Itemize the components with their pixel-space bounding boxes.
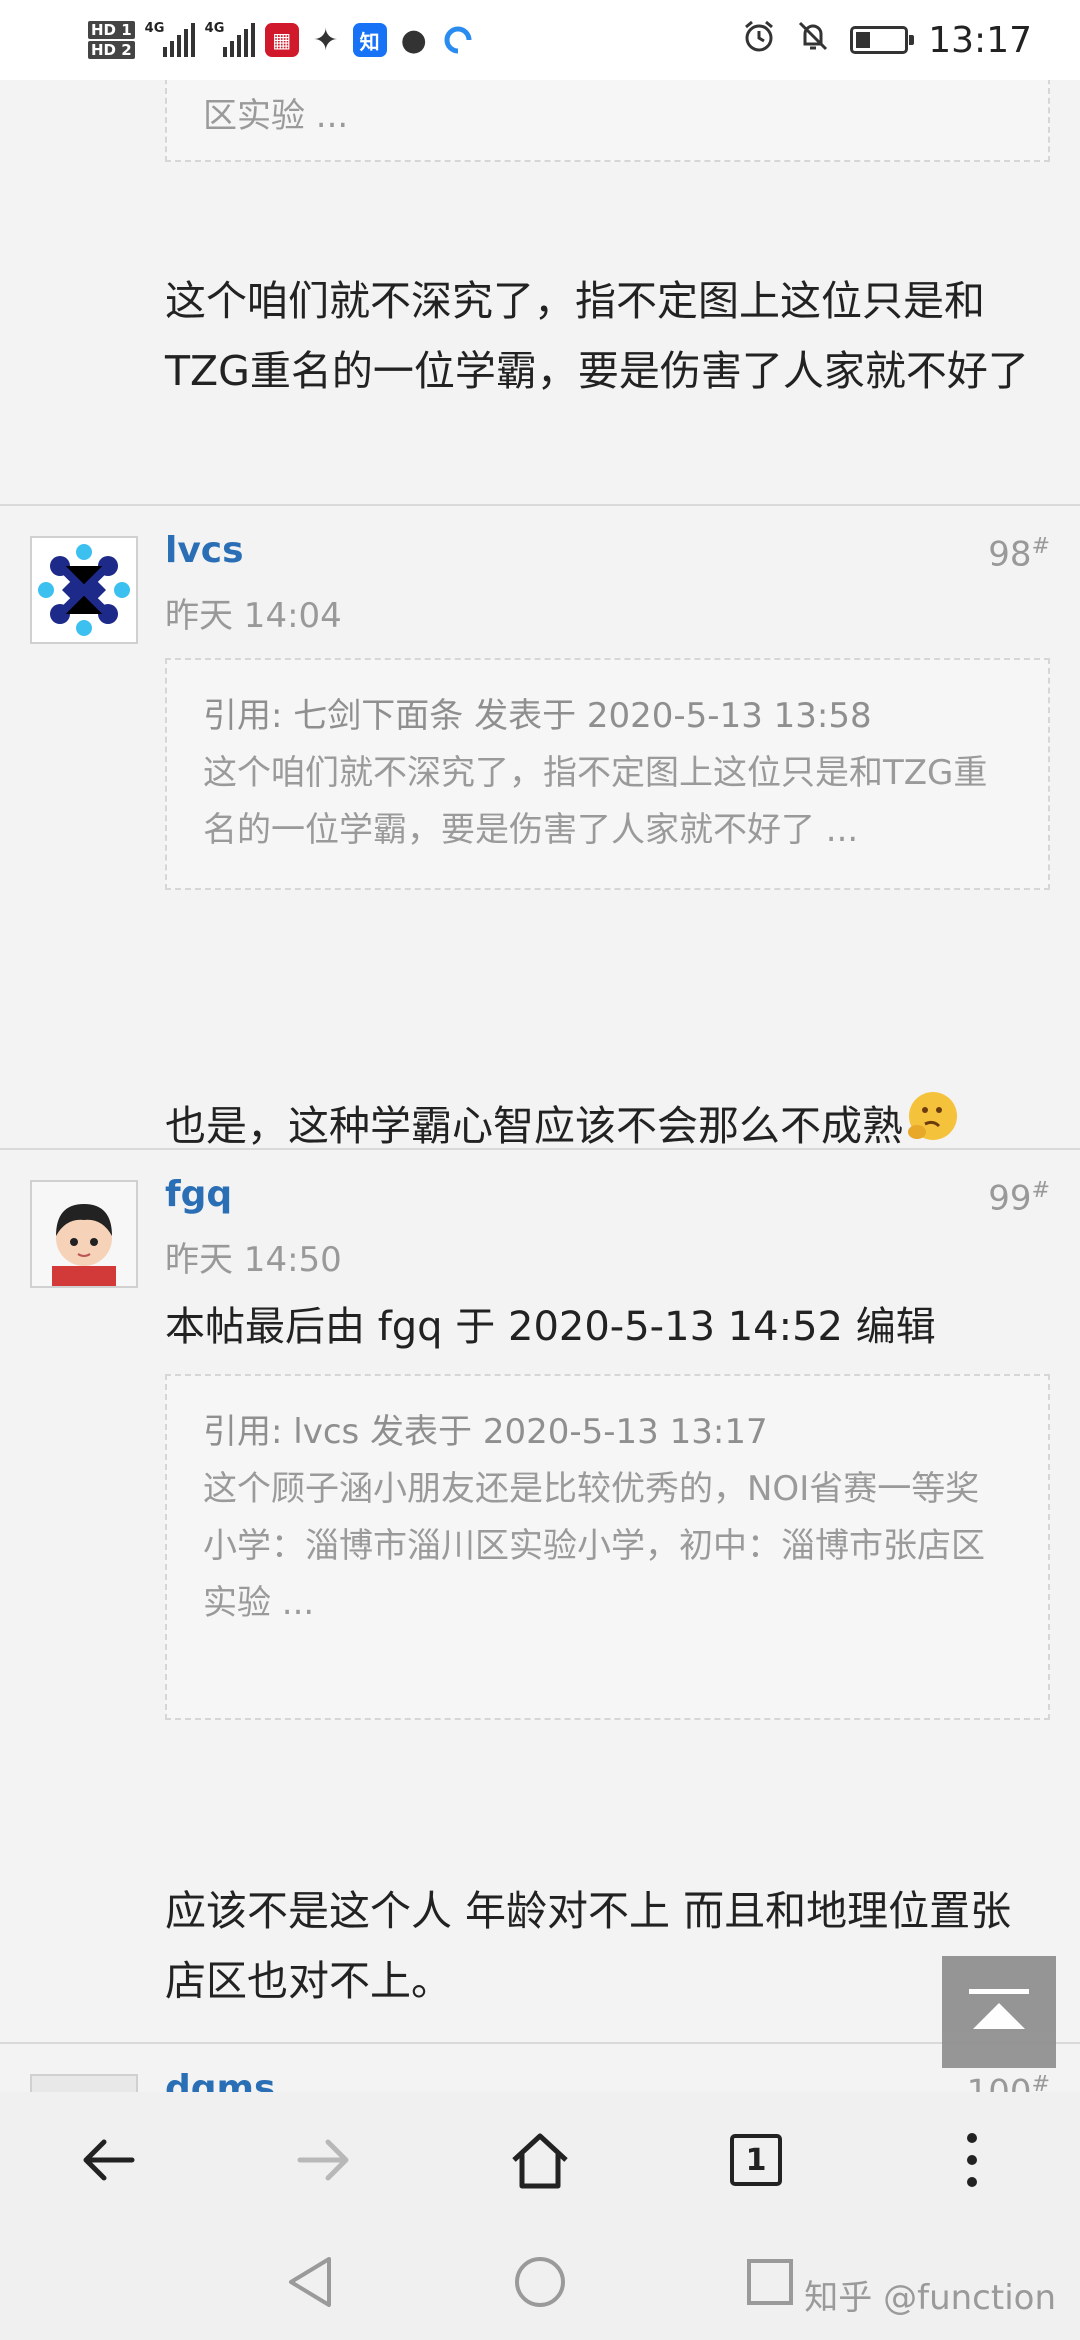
post-divider xyxy=(0,504,1080,506)
system-back-button[interactable] xyxy=(280,2252,340,2312)
mute-bell-icon xyxy=(796,19,830,62)
quote-block: 区实验 ... xyxy=(165,80,1050,162)
signal-2-icon: 4G xyxy=(205,21,255,57)
quote-body: 区实验 ... xyxy=(203,96,349,136)
quote-body: 这个咱们就不深究了，指不定图上这位只是和TZG重名的一位学霸，要是伤害了人家就不… xyxy=(203,753,988,850)
avatar[interactable] xyxy=(30,2074,138,2092)
post-message: 也是，这种学霸心智应该不会那么不成熟 xyxy=(165,1090,1065,1161)
edit-note: 本帖最后由 fgq 于 2020-5-13 14:52 编辑 xyxy=(165,1304,936,1350)
thread-content[interactable]: 区实验 ... 这个咱们就不深究了，指不定图上这位只是和TZG重名的一位学霸，要… xyxy=(0,80,1080,2092)
home-icon xyxy=(512,2133,568,2189)
back-to-top-icon xyxy=(969,1989,1029,2029)
wechat-icon: ✦ xyxy=(313,22,339,58)
quote-header: 引用: lvcs 发表于 2020-5-13 13:17 xyxy=(203,1412,768,1452)
tab-count: 1 xyxy=(745,2142,767,2178)
status-bar: HD 1 HD 2 4G 4G ▦ ✦ 知 ● 13:17 xyxy=(0,0,1080,80)
zhihu-icon: 知 xyxy=(352,23,387,57)
message-bubble-icon: ● xyxy=(400,22,427,58)
battery-icon xyxy=(850,26,915,54)
avatar-dqms-image xyxy=(32,2076,136,2092)
avatar[interactable] xyxy=(30,1180,138,1288)
post-divider xyxy=(0,1148,1080,1150)
post-divider xyxy=(0,2042,1080,2044)
forward-arrow-icon xyxy=(297,2139,349,2181)
floor-number[interactable]: 99# xyxy=(988,1178,1050,1218)
system-home-button[interactable] xyxy=(510,2252,570,2312)
quote-block: 引用: 七剑下面条 发表于 2020-5-13 13:58 这个咱们就不深究了，… xyxy=(165,658,1050,890)
back-to-top-button[interactable] xyxy=(942,1956,1056,2068)
signal-1-icon: 4G xyxy=(145,21,195,57)
thinking-emoji-icon xyxy=(908,1092,957,1140)
tabs-icon: 1 xyxy=(730,2134,782,2186)
more-menu-button[interactable] xyxy=(912,2110,1032,2210)
post-time: 昨天 14:50 xyxy=(165,1240,342,1280)
more-icon xyxy=(967,2133,977,2187)
avatar[interactable] xyxy=(30,536,138,644)
forward-button[interactable] xyxy=(264,2110,384,2210)
browser-toolbar: 1 xyxy=(0,2092,1080,2228)
quote-body: 这个顾子涵小朋友还是比较优秀的，NOI省赛一等奖 xyxy=(203,1469,980,1509)
browser-app-icon xyxy=(441,23,475,57)
watermark: 知乎 @function xyxy=(804,2278,1056,2318)
floor-number[interactable]: 100# xyxy=(967,2072,1050,2092)
system-recents-button[interactable] xyxy=(740,2252,800,2312)
back-button[interactable] xyxy=(48,2110,168,2210)
floor-number[interactable]: 98# xyxy=(988,534,1050,574)
quote-body: 小学：淄博市淄川区实验小学，初中：淄博市张店区实验 ... xyxy=(203,1526,985,1623)
quote-block: 引用: lvcs 发表于 2020-5-13 13:17 这个顾子涵小朋友还是比… xyxy=(165,1374,1050,1720)
quote-header: 引用: 七剑下面条 发表于 2020-5-13 13:58 xyxy=(203,696,872,736)
clock: 13:17 xyxy=(928,19,1032,61)
post-username[interactable]: dqms xyxy=(165,2068,275,2092)
home-button[interactable] xyxy=(480,2110,600,2210)
post-username[interactable]: lvcs xyxy=(165,530,244,571)
app-notification-icon: ▦ xyxy=(264,23,299,57)
hd-voice-indicator: HD 1 HD 2 xyxy=(88,20,135,60)
home-circle-icon xyxy=(515,2257,565,2307)
back-arrow-icon xyxy=(83,2139,135,2181)
alarm-icon xyxy=(742,19,776,62)
recents-square-icon xyxy=(747,2259,793,2305)
back-triangle-icon xyxy=(289,2257,331,2307)
tabs-button[interactable]: 1 xyxy=(696,2110,816,2210)
avatar-fgq-image xyxy=(32,1182,136,1286)
post-username[interactable]: fgq xyxy=(165,1174,232,1215)
post-message: 这个咱们就不深究了，指不定图上这位只是和TZG重名的一位学霸，要是伤害了人家就不… xyxy=(165,277,1029,395)
post-time: 昨天 14:04 xyxy=(165,596,342,636)
avatar-lvcs-image xyxy=(32,538,136,642)
post-message: 应该不是这个人 年龄对不上 而且和地理位置张店区也对不上。 xyxy=(165,1887,1012,2005)
